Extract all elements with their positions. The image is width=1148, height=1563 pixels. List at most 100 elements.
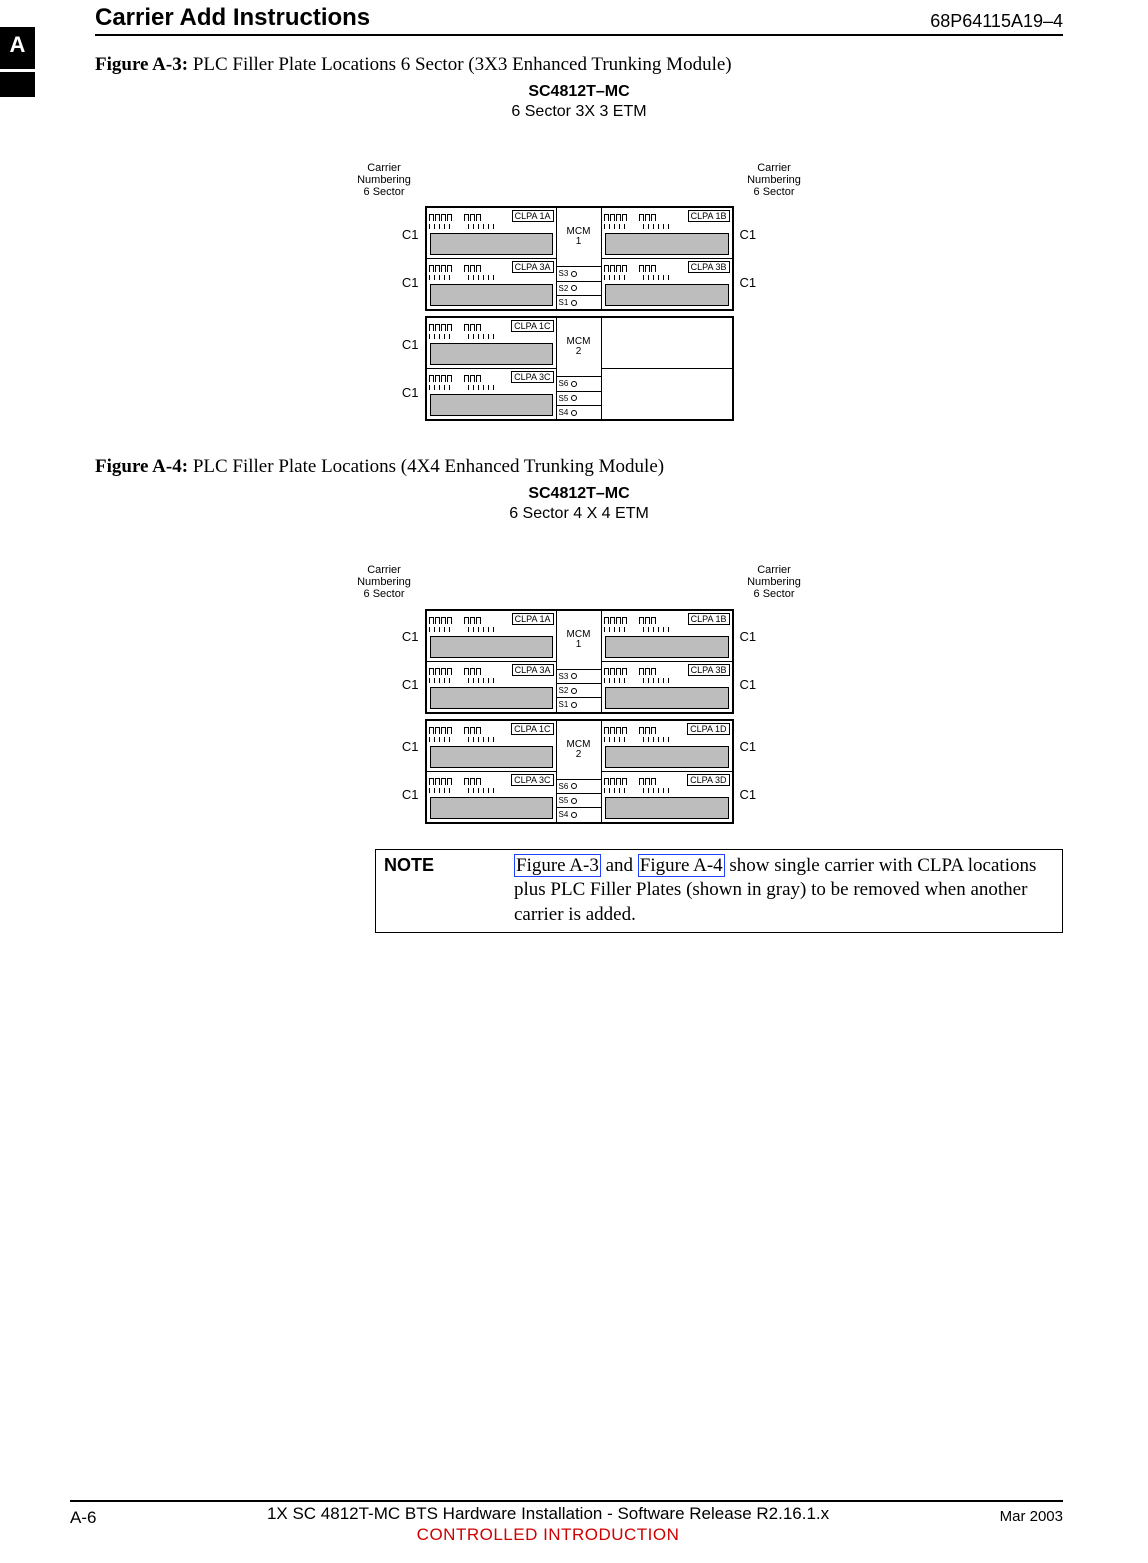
filler-plate	[430, 343, 553, 365]
shelf-1: CLPA 1A CLPA 3A MCM 1 S3	[425, 609, 734, 714]
module-clpa-3a: CLPA 3A	[427, 662, 556, 712]
filler-plate	[430, 687, 553, 709]
carrier-c1: C1	[734, 771, 770, 819]
clpa-label: CLPA 1C	[511, 320, 553, 332]
figure-a3-title: SC4812T–MC 6 Sector 3X 3 ETM	[95, 82, 1063, 122]
figure-a4-title: SC4812T–MC 6 Sector 4 X 4 ETM	[95, 484, 1063, 524]
clpa-label: CLPA 3C	[511, 371, 553, 383]
figure-a4-label: Figure A-4:	[95, 456, 188, 477]
clpa-label: CLPA 3A	[512, 664, 554, 676]
header-title: Carrier Add Instructions	[95, 4, 370, 32]
clpa-label: CLPA 1A	[512, 613, 554, 625]
module-clpa-1d: CLPA 1D	[602, 721, 732, 772]
module-clpa-3b: CLPA 3B	[602, 662, 732, 712]
footer-date: Mar 2003	[1000, 1504, 1063, 1525]
shelf-2: CLPA 1C CLPA 3C MCM 2 S	[425, 719, 734, 824]
xref-figure-a3[interactable]: Figure A-3	[514, 854, 601, 877]
carrier-label-left: Carrier Numbering 6 Sector	[349, 162, 419, 198]
clpa-label: CLPA 1B	[688, 613, 730, 625]
clpa-label: CLPA 1B	[688, 210, 730, 222]
figure-a3-text: PLC Filler Plate Locations 6 Sector (3X3…	[188, 54, 732, 75]
header-docnum: 68P64115A19–4	[930, 11, 1063, 32]
clpa-label: CLPA 1A	[512, 210, 554, 222]
filler-plate	[430, 797, 553, 819]
clpa-label: CLPA 1D	[687, 723, 729, 735]
filler-plate	[430, 233, 553, 255]
clpa-label: CLPA 1C	[511, 723, 553, 735]
switch-s4: S4	[557, 807, 601, 821]
carrier-label-right: Carrier Numbering 6 Sector	[739, 162, 809, 198]
switch-s3: S3	[557, 267, 601, 280]
empty-slot	[602, 369, 732, 419]
module-clpa-1c: CLPA 1C	[427, 721, 556, 772]
shelf-2: CLPA 1C CLPA 3C MCM 2 S	[425, 316, 734, 421]
carrier-c1: C1	[734, 613, 770, 661]
filler-plate	[605, 797, 729, 819]
switch-s5: S5	[557, 793, 601, 807]
footer-title: 1X SC 4812T-MC BTS Hardware Installation…	[96, 1504, 999, 1524]
shelf-1: CLPA 1A CLPA 3A MCM 1 S3	[425, 206, 734, 311]
module-clpa-1b: CLPA 1B	[602, 611, 732, 662]
mcm-2: MCM 2	[557, 318, 601, 377]
carrier-c1: C1	[389, 259, 425, 307]
figure-a4-title-bold: SC4812T–MC	[528, 485, 629, 502]
filler-plate	[430, 394, 553, 416]
filler-plate	[605, 233, 729, 255]
switch-s1: S1	[557, 697, 601, 711]
carrier-c1: C1	[389, 771, 425, 819]
switch-s2: S2	[557, 281, 601, 295]
figure-a4-title-sub: 6 Sector 4 X 4 ETM	[509, 505, 649, 522]
note-mid: and	[601, 855, 638, 876]
figure-a4-text: PLC Filler Plate Locations (4X4 Enhanced…	[188, 456, 664, 477]
clpa-label: CLPA 3D	[687, 774, 729, 786]
figure-a3-title-sub: 6 Sector 3X 3 ETM	[511, 103, 646, 120]
switch-s5: S5	[557, 391, 601, 405]
module-clpa-1a: CLPA 1A	[427, 208, 556, 259]
xref-figure-a4[interactable]: Figure A-4	[638, 854, 725, 877]
clpa-label: CLPA 3B	[688, 261, 730, 273]
switch-s4: S4	[557, 405, 601, 419]
figure-a3-label: Figure A-3:	[95, 54, 188, 75]
carrier-c1: C1	[734, 211, 770, 259]
carrier-c1: C1	[734, 723, 770, 771]
switch-s6: S6	[557, 377, 601, 390]
note-text: Figure A-3 and Figure A-4 show single ca…	[514, 854, 1054, 928]
mcm-2: MCM 2	[557, 721, 601, 780]
mcm-1: MCM 1	[557, 208, 601, 267]
note-box: NOTE Figure A-3 and Figure A-4 show sing…	[375, 849, 1063, 933]
page-header: Carrier Add Instructions 68P64115A19–4	[95, 0, 1063, 36]
module-clpa-1c: CLPA 1C	[427, 318, 556, 369]
figure-a3-caption: Figure A-3: PLC Filler Plate Locations 6…	[95, 54, 1063, 76]
filler-plate	[430, 746, 553, 768]
filler-plate	[430, 284, 553, 306]
module-clpa-3d: CLPA 3D	[602, 772, 732, 822]
filler-plate	[605, 687, 729, 709]
module-clpa-1a: CLPA 1A	[427, 611, 556, 662]
carrier-label-right: Carrier Numbering 6 Sector	[739, 564, 809, 600]
carrier-c1: C1	[389, 661, 425, 709]
clpa-label: CLPA 3B	[688, 664, 730, 676]
filler-plate	[430, 636, 553, 658]
carrier-c1: C1	[389, 613, 425, 661]
module-clpa-3b: CLPA 3B	[602, 259, 732, 309]
page-footer: A-6 1X SC 4812T-MC BTS Hardware Installa…	[70, 1500, 1063, 1545]
module-clpa-3c: CLPA 3C	[427, 772, 556, 822]
filler-plate	[605, 636, 729, 658]
mcm-1: MCM 1	[557, 611, 601, 670]
module-clpa-3a: CLPA 3A	[427, 259, 556, 309]
note-label: NOTE	[384, 854, 514, 928]
module-clpa-1b: CLPA 1B	[602, 208, 732, 259]
carrier-c1: C1	[389, 321, 425, 369]
empty-slot	[602, 318, 732, 369]
carrier-c1: C1	[389, 211, 425, 259]
section-tab-marker	[0, 72, 35, 97]
filler-plate	[605, 746, 729, 768]
carrier-label-left: Carrier Numbering 6 Sector	[349, 564, 419, 600]
footer-controlled: CONTROLLED INTRODUCTION	[96, 1525, 999, 1545]
carrier-c1: C1	[734, 259, 770, 307]
clpa-label: CLPA 3C	[511, 774, 553, 786]
module-clpa-3c: CLPA 3C	[427, 369, 556, 419]
filler-plate	[605, 284, 729, 306]
carrier-c1: C1	[734, 661, 770, 709]
figure-a4-diagram: Carrier Numbering 6 Sector Carrier Numbe…	[95, 564, 1063, 828]
